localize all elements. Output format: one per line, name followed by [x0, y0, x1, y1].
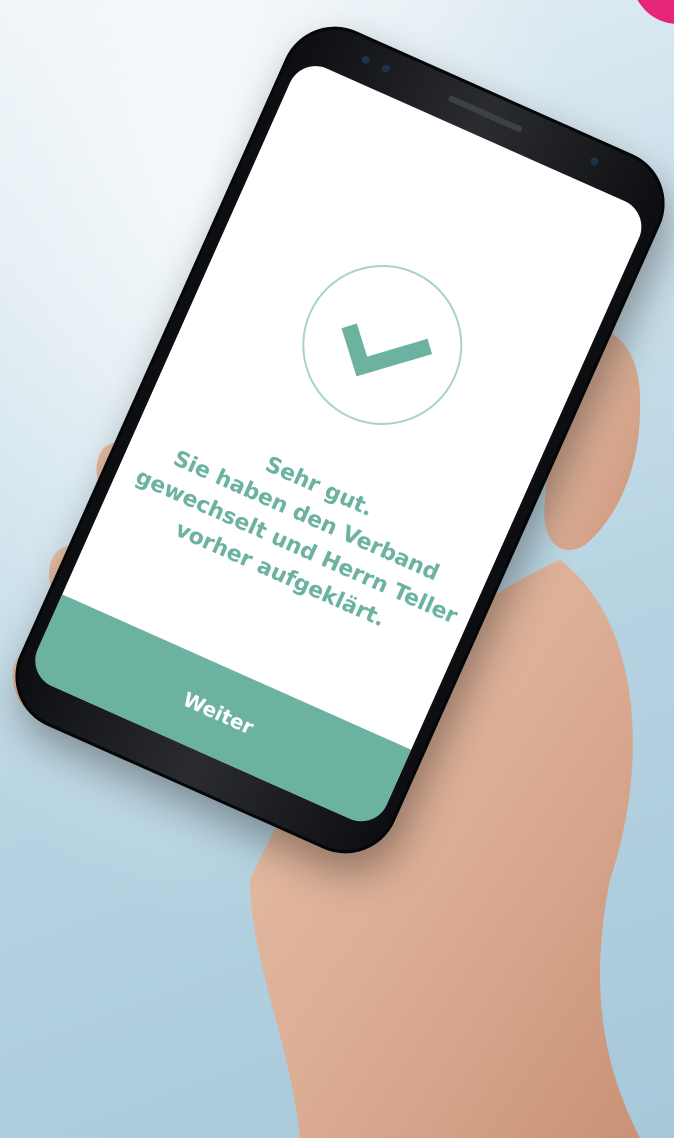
- success-message: Sehr gut. Sie haben den Verband gewechse…: [117, 403, 481, 659]
- front-camera-icon: [360, 54, 372, 65]
- sensor-icon: [380, 63, 392, 74]
- checkmark-icon: [341, 323, 433, 377]
- success-circle: [276, 239, 488, 451]
- iris-sensor-icon: [589, 156, 600, 167]
